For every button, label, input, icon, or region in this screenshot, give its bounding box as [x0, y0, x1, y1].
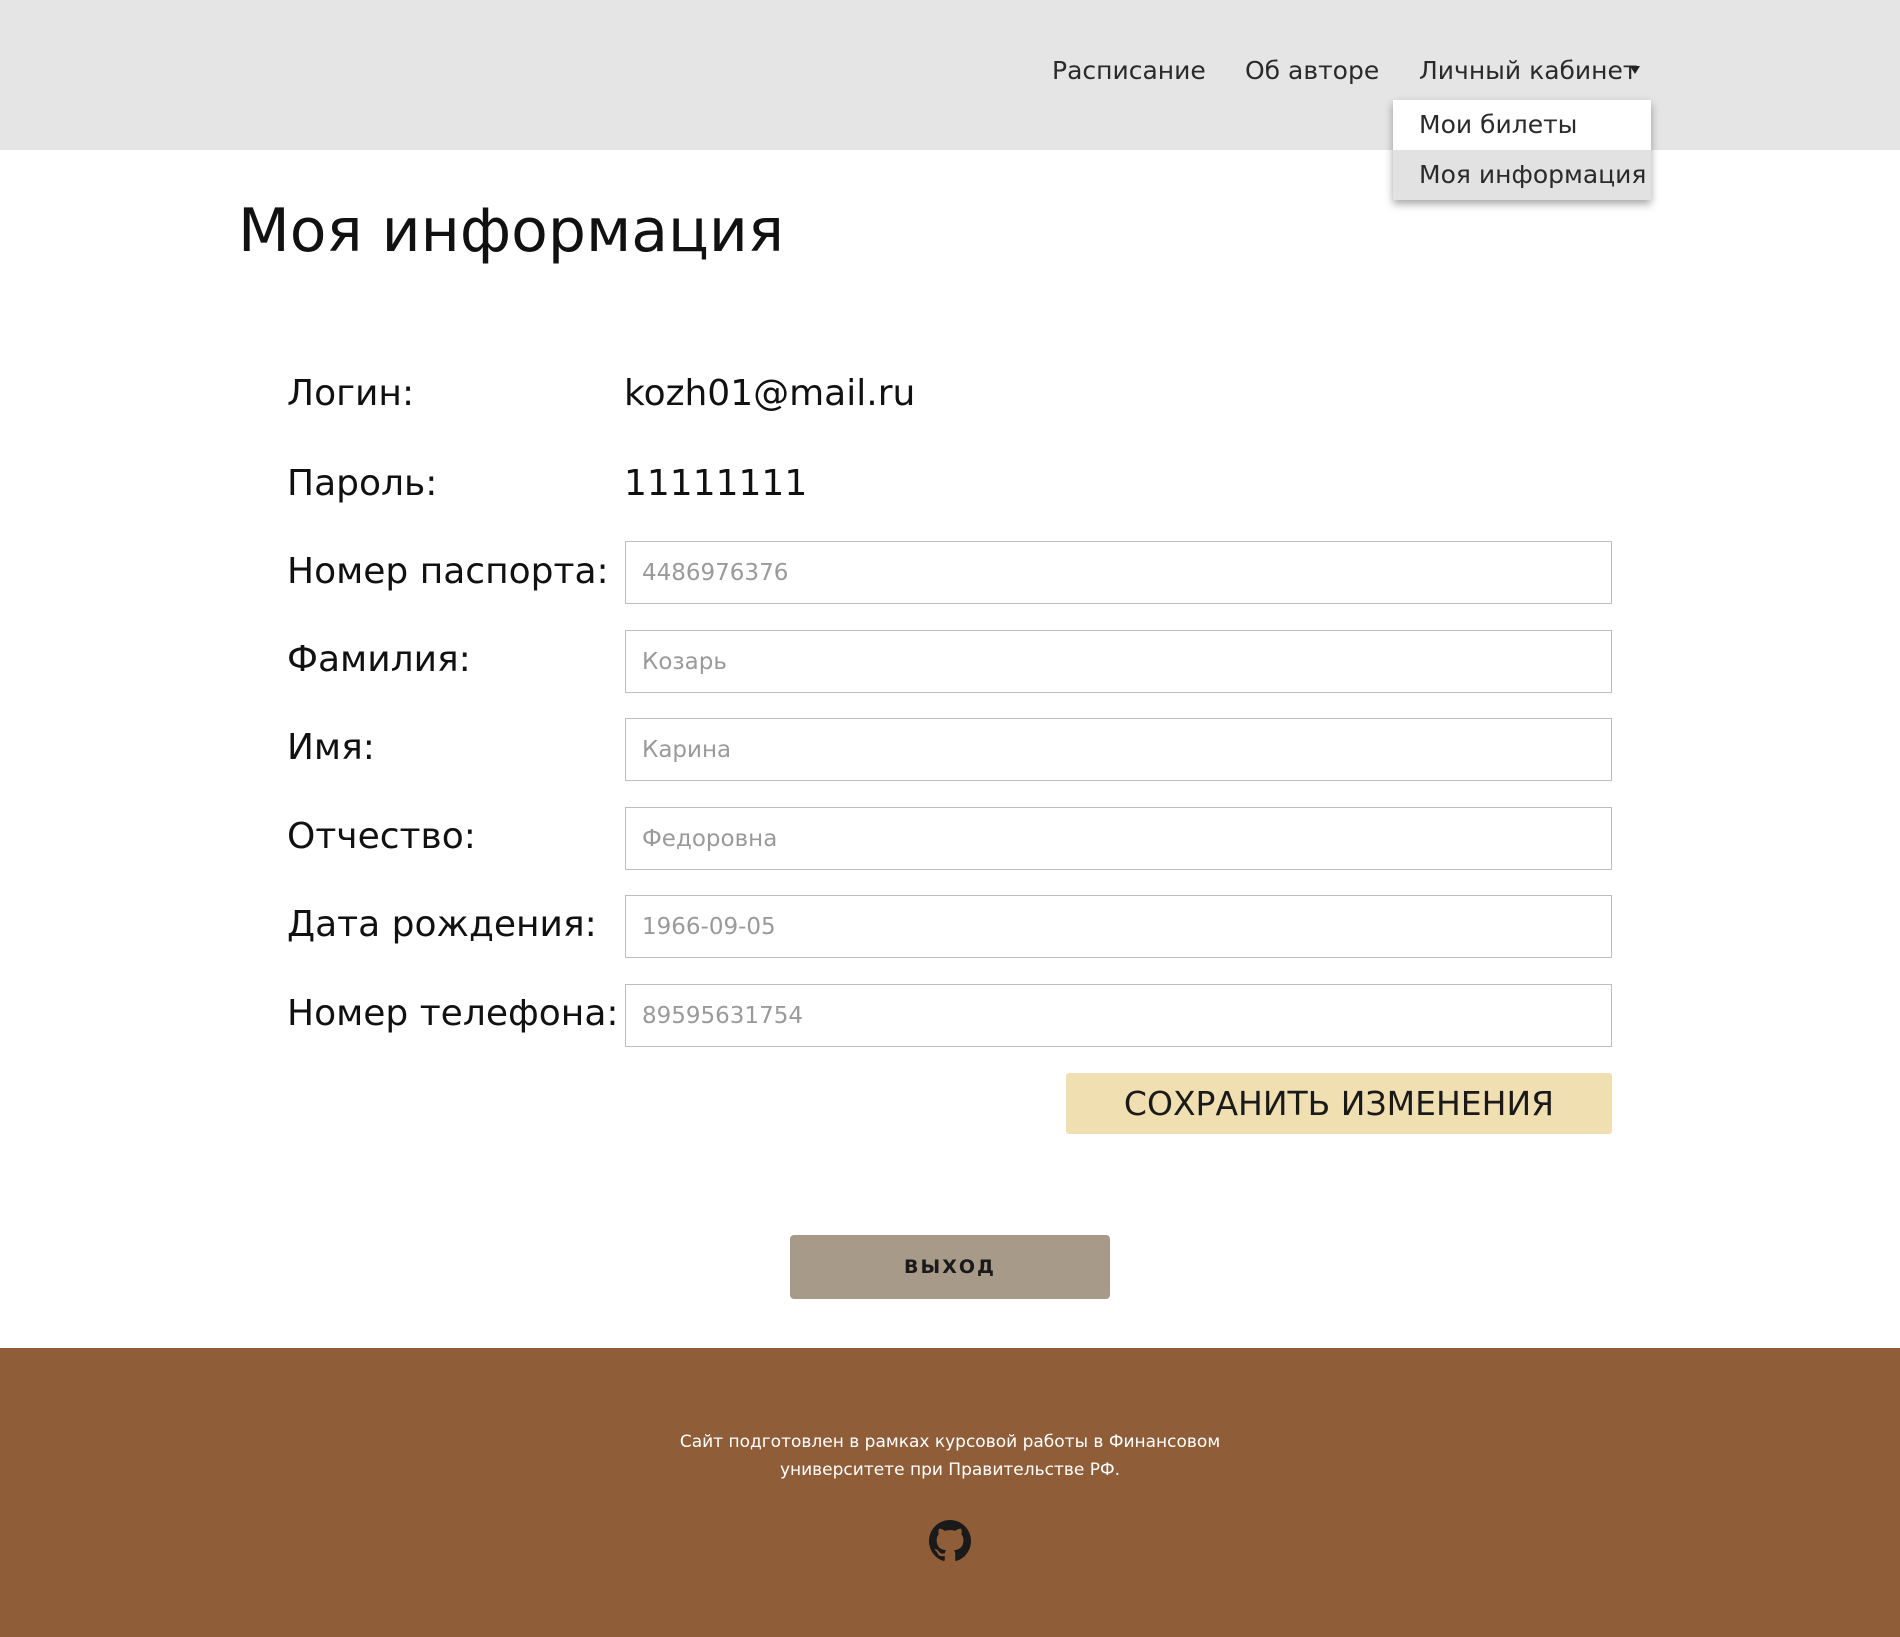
passport-label: Номер паспорта: [287, 551, 609, 592]
nav-link-about[interactable]: Об авторе [1245, 56, 1379, 85]
menu-item-my-tickets[interactable]: Мои билеты [1393, 100, 1651, 150]
footer-text: Сайт подготовлен в рамках курсовой работ… [0, 1428, 1900, 1484]
passport-field[interactable] [625, 541, 1612, 604]
github-icon[interactable] [929, 1520, 971, 1562]
patronymic-field[interactable] [625, 807, 1612, 870]
name-label: Имя: [287, 727, 375, 768]
birthdate-label: Дата рождения: [287, 904, 597, 945]
account-dropdown-menu: Мои билеты Моя информация [1393, 100, 1651, 200]
caret-down-icon[interactable] [1630, 66, 1640, 74]
login-label: Логин: [287, 373, 415, 414]
password-value: 11111111 [624, 463, 808, 504]
page-title: Моя информация [238, 196, 784, 266]
phone-field[interactable] [625, 984, 1612, 1047]
footer-line-2: университете при Правительстве РФ. [779, 1460, 1121, 1480]
save-changes-button[interactable]: СОХРАНИТЬ ИЗМЕНЕНИЯ [1066, 1073, 1612, 1134]
footer-line-1: Сайт подготовлен в рамках курсовой работ… [679, 1432, 1221, 1452]
nav-link-schedule[interactable]: Расписание [1052, 56, 1206, 85]
surname-field[interactable] [625, 630, 1612, 693]
nav-link-account[interactable]: Личный кабинет [1419, 56, 1637, 85]
birthdate-field[interactable] [625, 895, 1612, 958]
login-value: kozh01@mail.ru [624, 373, 916, 414]
logout-button[interactable]: ВЫХОД [790, 1235, 1110, 1299]
phone-label: Номер телефона: [287, 993, 619, 1034]
site-footer: Сайт подготовлен в рамках курсовой работ… [0, 1348, 1900, 1637]
name-field[interactable] [625, 718, 1612, 781]
menu-item-my-info[interactable]: Моя информация [1393, 150, 1651, 200]
password-label: Пароль: [287, 463, 438, 504]
patronymic-label: Отчество: [287, 816, 476, 857]
surname-label: Фамилия: [287, 639, 471, 680]
